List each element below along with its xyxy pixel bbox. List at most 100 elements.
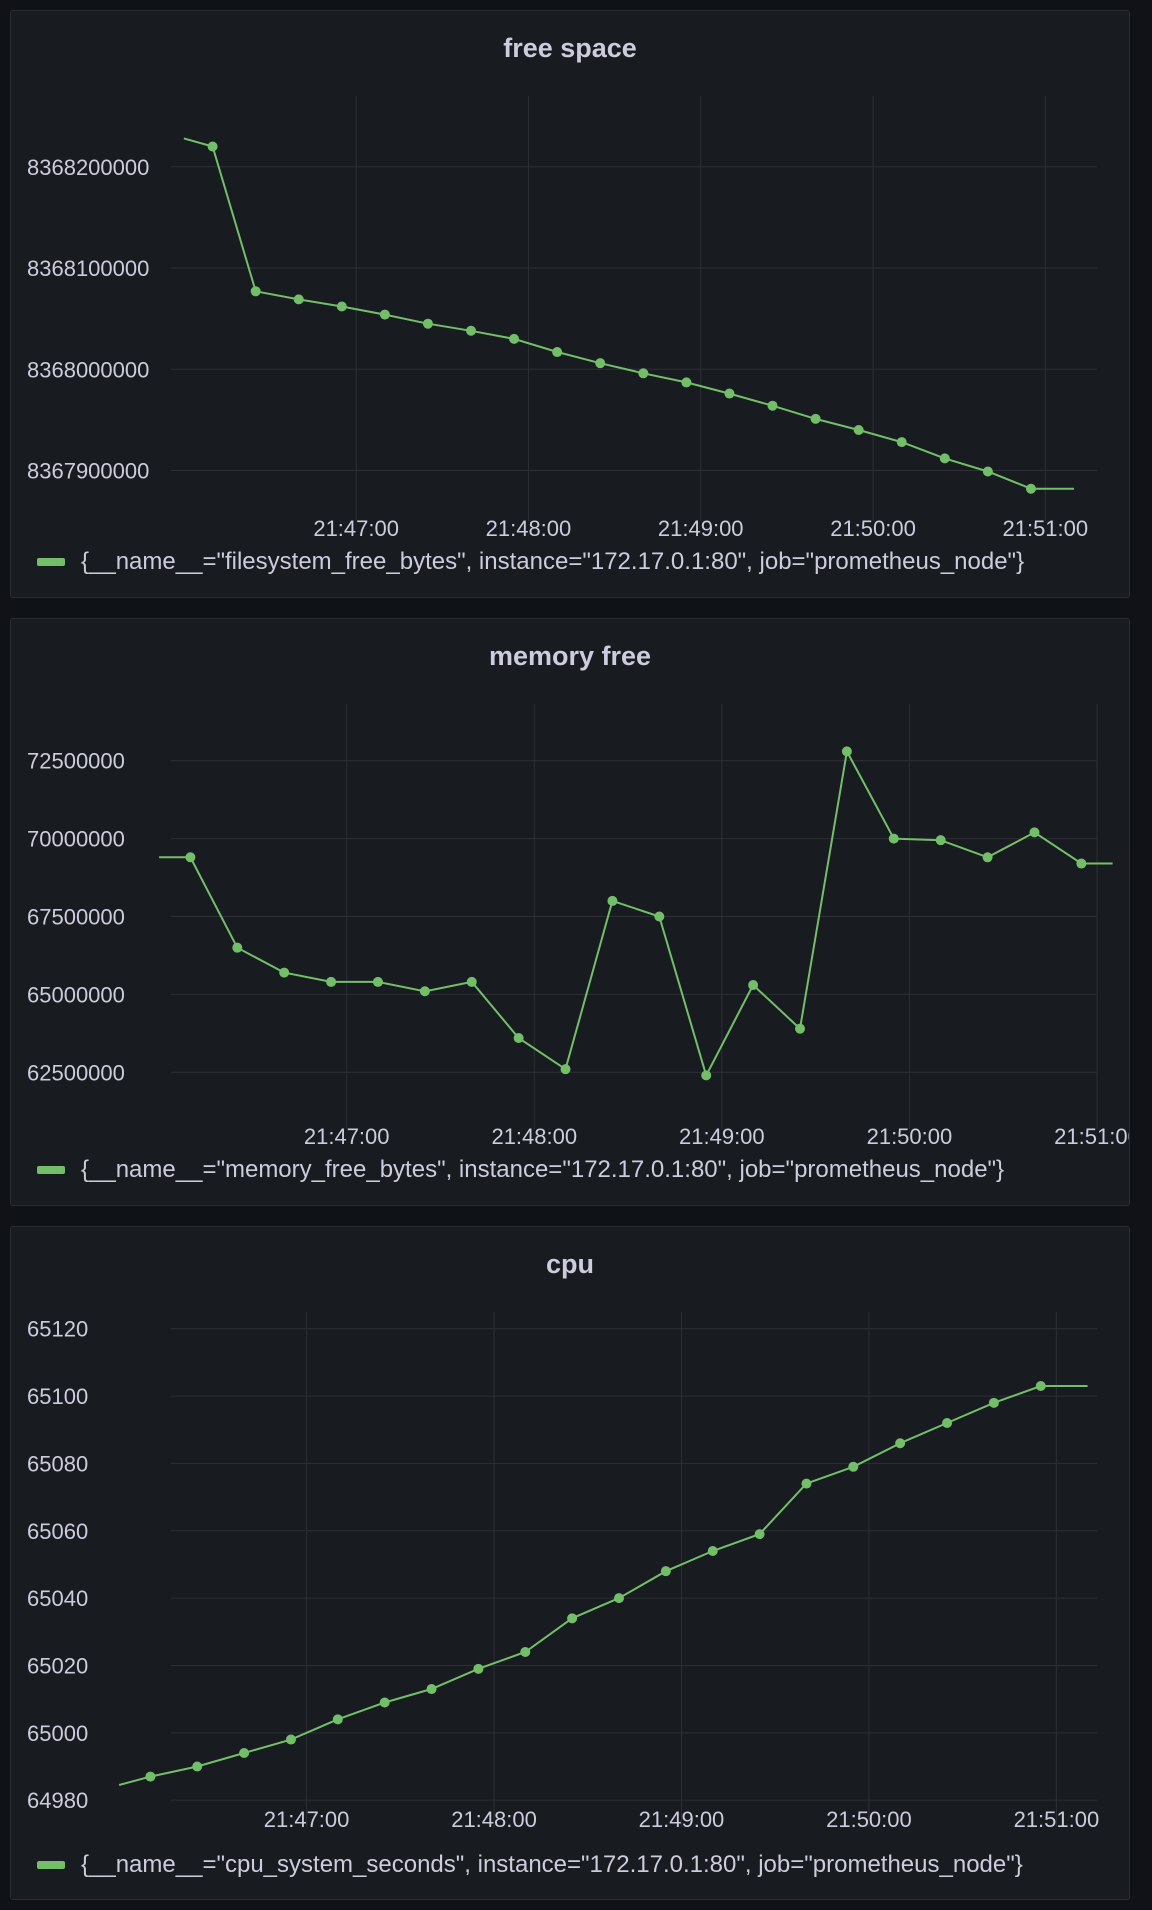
data-point[interactable] [660,1566,671,1577]
data-point[interactable] [379,309,390,320]
y-tick-label: 62500000 [27,1060,125,1085]
data-point[interactable] [426,1684,437,1695]
data-point[interactable] [552,347,563,358]
data-point[interactable] [942,1418,953,1429]
data-point[interactable] [638,368,649,379]
data-point[interactable] [466,976,477,987]
data-point[interactable] [419,986,430,997]
x-tick-label: 21:50:00 [867,1124,953,1149]
legend-label: {__name__="memory_free_bytes", instance=… [81,1156,1005,1183]
data-point[interactable] [724,388,735,399]
data-point[interactable] [250,286,261,297]
chart-memory-free[interactable]: 62500000 65000000 67500000 70000000 72500000… [11,619,1129,1205]
dashboard: free space 8367900000 8368000000 836810000… [0,0,1152,1910]
data-point[interactable] [701,1070,712,1081]
data-point[interactable] [473,1663,484,1674]
data-point[interactable] [982,852,993,863]
data-point[interactable] [279,967,290,978]
series-line[interactable] [118,1385,1088,1786]
chart-free-space[interactable]: 8367900000 8368000000 8368100000 8368200000… [11,11,1129,597]
data-point[interactable] [982,466,993,477]
y-tick-label: 65120 [27,1317,88,1342]
x-tick-label: 21:49:00 [639,1807,725,1832]
x-tick-label: 21:50:00 [830,516,916,541]
y-tick-label: 65100 [27,1384,88,1409]
data-point[interactable] [466,325,477,336]
data-point[interactable] [285,1734,296,1745]
y-tick-label: 8368200000 [27,155,149,180]
data-point[interactable] [888,833,899,844]
y-tick-label: 65040 [27,1586,88,1611]
legend[interactable]: {__name__="cpu_system_seconds", instance… [37,1851,1023,1879]
panel-cpu[interactable]: cpu 64980 65000 65020 65040 65060 65080 65100 6… [10,1226,1130,1900]
data-point[interactable] [145,1771,156,1782]
x-tick-label: 21:47:00 [264,1807,350,1832]
legend[interactable]: {__name__="filesystem_free_bytes", insta… [37,548,1024,576]
data-point[interactable] [239,1748,250,1759]
x-tick-label: 21:51:00 [1054,1124,1129,1149]
y-tick-label: 64980 [27,1788,88,1813]
data-point[interactable] [372,976,383,987]
data-point[interactable] [336,301,347,312]
data-point[interactable] [895,1438,906,1449]
data-point[interactable] [560,1064,571,1075]
data-point[interactable] [767,400,778,411]
data-point[interactable] [422,318,433,329]
data-point[interactable] [207,141,218,152]
x-tick-label: 21:51:00 [1014,1807,1100,1832]
data-point[interactable] [185,852,196,863]
data-point[interactable] [613,1593,624,1604]
data-point[interactable] [707,1545,718,1556]
data-point[interactable] [853,425,864,435]
data-point[interactable] [293,294,304,305]
series-line[interactable] [183,137,1074,490]
legend-swatch [37,558,65,566]
data-point[interactable] [607,895,618,906]
data-point[interactable] [595,358,606,369]
x-tick-label: 21:51:00 [1002,516,1088,541]
y-tick-label: 8367900000 [27,459,149,484]
y-tick-label: 65000 [27,1721,88,1746]
data-point[interactable] [841,746,852,757]
data-point[interactable] [332,1714,343,1725]
y-tick-label: 67500000 [27,905,125,930]
data-point[interactable] [1025,483,1036,494]
chart-cpu[interactable]: 64980 65000 65020 65040 65060 65080 65100 65120… [11,1227,1129,1899]
data-point[interactable] [1029,827,1040,838]
data-point[interactable] [795,1023,806,1034]
data-point[interactable] [810,413,821,424]
y-tick-label: 65000000 [27,982,125,1007]
y-tick-label: 8368100000 [27,256,149,281]
data-point[interactable] [192,1761,203,1772]
legend-swatch [37,1166,65,1174]
data-point[interactable] [801,1478,812,1489]
legend[interactable]: {__name__="memory_free_bytes", instance=… [37,1156,1004,1184]
data-point[interactable] [520,1647,531,1657]
x-tick-label: 21:49:00 [658,516,744,541]
data-point[interactable] [896,437,907,448]
x-tick-label: 21:48:00 [486,516,572,541]
data-point[interactable] [681,377,692,388]
data-point[interactable] [1035,1380,1046,1391]
panel-free-space[interactable]: free space 8367900000 8368000000 836810000… [10,10,1130,598]
data-point[interactable] [379,1697,390,1708]
x-tick-label: 21:47:00 [313,516,399,541]
data-point[interactable] [509,333,520,344]
data-point[interactable] [935,835,946,846]
data-point[interactable] [1076,858,1087,869]
data-point[interactable] [654,911,665,922]
x-tick-label: 21:50:00 [826,1807,912,1832]
data-point[interactable] [326,976,337,987]
panel-memory-free[interactable]: memory free 62500000 65000000 67500000 7000… [10,618,1130,1206]
data-point[interactable] [988,1397,999,1408]
data-point[interactable] [513,1033,524,1043]
series-line[interactable] [159,748,1113,1079]
data-point[interactable] [848,1461,859,1472]
data-point[interactable] [232,942,243,953]
legend-swatch [37,1861,65,1869]
data-point[interactable] [748,980,759,991]
data-point[interactable] [939,453,950,464]
y-tick-label: 72500000 [27,749,125,774]
data-point[interactable] [567,1613,578,1624]
data-point[interactable] [754,1529,765,1540]
